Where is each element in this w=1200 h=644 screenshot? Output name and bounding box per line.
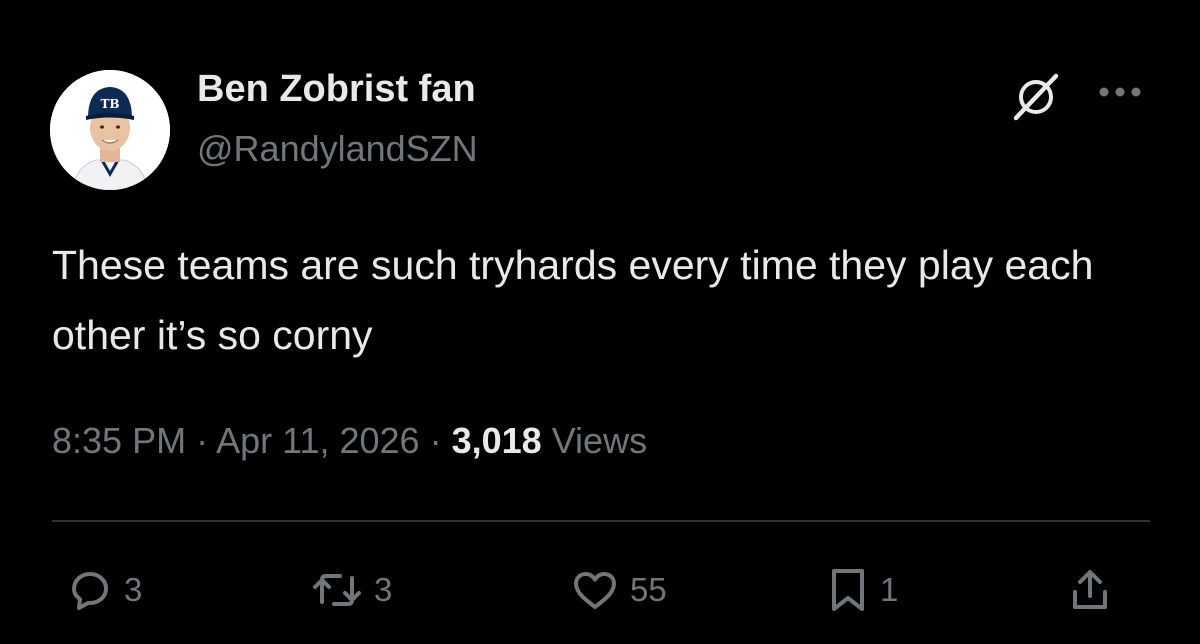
reply-button[interactable]: 3: [66, 562, 142, 618]
meta-separator: ·: [419, 420, 452, 461]
views-label[interactable]: Views: [552, 420, 647, 461]
bookmark-count: 1: [880, 571, 899, 608]
divider: [52, 520, 1150, 522]
avatar[interactable]: TB: [50, 70, 170, 190]
cap-logo: TB: [100, 97, 119, 111]
retweet-button[interactable]: 3: [310, 562, 392, 618]
meta-separator: ·: [186, 420, 217, 461]
grok-icon[interactable]: [1012, 70, 1060, 122]
user-handle[interactable]: @RandylandSZN: [197, 128, 478, 170]
avatar-image: TB: [50, 70, 170, 190]
like-count: 55: [630, 571, 667, 608]
tweet-time[interactable]: 8:35 PM: [52, 420, 186, 461]
reply-icon: [72, 572, 108, 610]
tweet-meta: 8:35 PM · Apr 11, 2026 · 3,018 Views: [52, 420, 647, 462]
bookmark-icon: [832, 569, 864, 611]
bookmark-button[interactable]: 1: [826, 562, 898, 618]
heart-icon: [574, 572, 616, 609]
tweet-text: These teams are such tryhards every time…: [52, 242, 1094, 358]
display-name[interactable]: Ben Zobrist fan: [197, 68, 476, 111]
reply-count: 3: [124, 571, 143, 608]
retweet-count: 3: [374, 571, 393, 608]
more-icon[interactable]: [1098, 84, 1142, 100]
retweet-icon: [313, 574, 361, 606]
share-button[interactable]: [1070, 562, 1110, 618]
tweet: TB Ben Zobrist fan @RandylandSZN These t…: [0, 0, 1200, 644]
tweet-date[interactable]: Apr 11, 2026: [216, 420, 419, 461]
like-button[interactable]: 55: [570, 562, 667, 618]
views-count[interactable]: 3,018: [452, 420, 542, 461]
share-icon: [1073, 570, 1107, 609]
